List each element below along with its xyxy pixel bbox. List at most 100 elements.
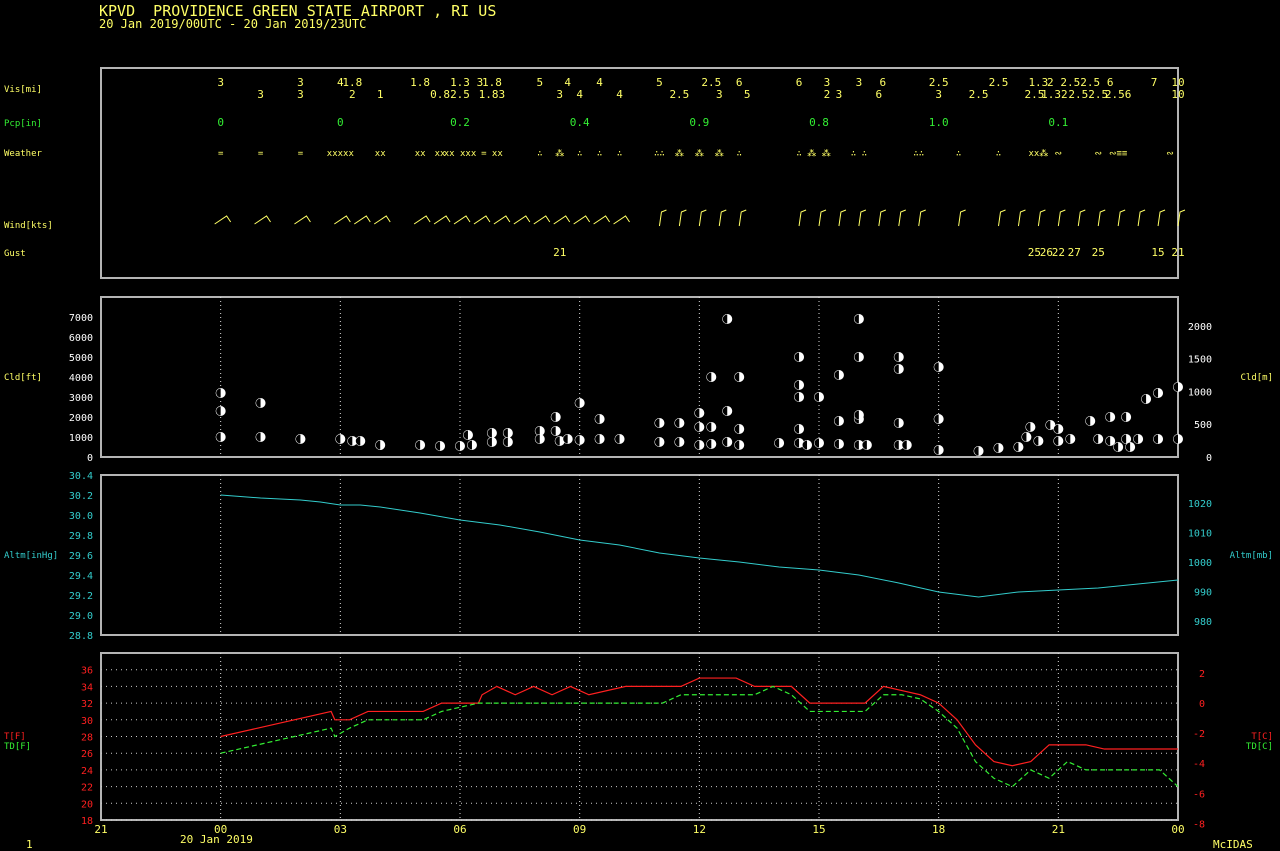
cld-left-label: Cld[ft] (4, 373, 42, 383)
wind-barb (1137, 209, 1146, 227)
alt-right-label: Altm[mb] (1230, 551, 1273, 561)
vis-value: 3 (297, 88, 304, 101)
wind-barb (858, 209, 867, 227)
wind-barb (1037, 209, 1046, 227)
wind-barb (798, 209, 807, 227)
temp-left-tick: 20 (81, 799, 93, 810)
weather-symbol: ∴ (796, 149, 801, 159)
vis-value: 1 (377, 88, 384, 101)
alt-left-tick: 29.4 (69, 571, 93, 582)
weather-symbol: xx xxx (444, 149, 477, 159)
alt-left-tick: 29.0 (69, 611, 93, 622)
temp-right-tick: -8 (1193, 819, 1205, 830)
alt-left-tick: 29.6 (69, 551, 93, 562)
vis-value: 1.32 (1041, 88, 1068, 101)
weather-symbol: ⁂ (555, 148, 564, 159)
wind-barb (1177, 209, 1186, 227)
time-range: 20 Jan 2019/00UTC - 20 Jan 2019/23UTC (99, 17, 367, 31)
wind-barb (1097, 209, 1106, 227)
meteogram-chart: 21 00 03 06 09 12 15 18 21 00Vis[mi]Pcp[in]Weathe… (4, 67, 1273, 836)
wind-barb (1117, 209, 1126, 227)
x-tick-label: 00 (1171, 823, 1184, 836)
brand-label: McIDAS (1213, 838, 1253, 851)
wind-barb (898, 209, 906, 227)
weather-symbol: ⁂ (675, 148, 684, 159)
vis-value: 7 (1151, 76, 1158, 89)
x-tick-label: 21 (1052, 823, 1065, 836)
wind-barb (413, 215, 431, 225)
cld-left-tick: 2000 (69, 413, 93, 424)
pcp-value: 1.0 (929, 116, 949, 129)
vis-value: 3 (217, 76, 224, 89)
temp-right-tick: 2 (1199, 669, 1205, 680)
pcp-value: 0.9 (689, 116, 709, 129)
temp-left-tick: 18 (81, 816, 93, 827)
temp-right-tick: -4 (1193, 759, 1205, 770)
temp-left-tick: 26 (81, 749, 93, 760)
vis-value: 4 (616, 88, 623, 101)
pcp-value: 0 (217, 116, 224, 129)
vis-value: 4 (596, 76, 603, 89)
wind-barb (334, 215, 351, 225)
alt-left-tick: 29.8 (69, 531, 93, 542)
temp-left-tick: 22 (81, 783, 93, 794)
pcp-value: 0.1 (1048, 116, 1068, 129)
wind-barb (998, 209, 1006, 227)
weather-symbol: ∴∴ (913, 149, 924, 159)
wind-barb (718, 209, 727, 227)
vis-value: 4 (576, 88, 583, 101)
x-tick-label: 15 (812, 823, 825, 836)
cld-left-tick: 1000 (69, 433, 93, 444)
wind-barb (698, 209, 707, 227)
weather-symbol: ∴ (597, 149, 602, 159)
x-tick-label: 09 (573, 823, 586, 836)
vis-value: 5 (536, 76, 543, 89)
vis-value: 3 (257, 88, 264, 101)
cld-left-tick: 5000 (69, 353, 93, 364)
vis-value: 3 (935, 88, 942, 101)
wind-barb (678, 209, 687, 227)
alt-right-tick: 1000 (1188, 558, 1212, 569)
wind-barb (958, 209, 966, 227)
weather-symbol: ⁂ (695, 148, 704, 159)
wind-barb (433, 215, 451, 225)
wind-barb (838, 209, 847, 227)
x-tick-label: 12 (693, 823, 706, 836)
temp-left-tick: 34 (81, 682, 93, 693)
pcp-label: Pcp[in] (4, 119, 42, 129)
wind-barb (593, 215, 611, 225)
weather-symbol: ∴ (956, 149, 961, 159)
weather-symbol: ∴ (996, 149, 1001, 159)
wind-barb (453, 215, 471, 225)
vis-value: 10 (1171, 88, 1184, 101)
vis-value: 3 (716, 88, 723, 101)
t-right-label: T[C] (1251, 732, 1273, 742)
x-date-label: 20 Jan 2019 (180, 833, 253, 846)
wind-barb (513, 215, 531, 225)
alt-left-tick: 30.4 (69, 471, 93, 482)
vis-value: 2.5 (969, 88, 989, 101)
weather-symbol: ∴ (537, 149, 542, 159)
cld-left-tick: 7000 (69, 313, 93, 324)
vis-value: 2.5 (1068, 88, 1088, 101)
vis-value: 2.56 (1105, 88, 1132, 101)
alt-left-tick: 30.2 (69, 491, 93, 502)
weather-symbol: ∾ (1166, 149, 1174, 159)
cld-left-tick: 3000 (69, 393, 93, 404)
pcp-value: 0 (337, 116, 344, 129)
gust-value: 25 (1092, 246, 1105, 259)
wind-barb (1077, 209, 1086, 227)
vis-value: 2.5 (450, 88, 470, 101)
temp-left-tick: 30 (81, 716, 93, 727)
wind-barb (918, 209, 926, 227)
vis-value: 4 (564, 76, 571, 89)
gust-value: 22 (1052, 246, 1065, 259)
temp-right-tick: -2 (1193, 729, 1205, 740)
wind-barb (1057, 209, 1066, 227)
weather-symbol: = xx (481, 149, 503, 159)
td-left-label: TD[F] (4, 742, 31, 752)
wind-barb (254, 215, 271, 225)
wind-barb (738, 209, 747, 227)
wind-barb (214, 215, 232, 225)
weather-symbol: ∾≡≡ (1109, 149, 1128, 159)
